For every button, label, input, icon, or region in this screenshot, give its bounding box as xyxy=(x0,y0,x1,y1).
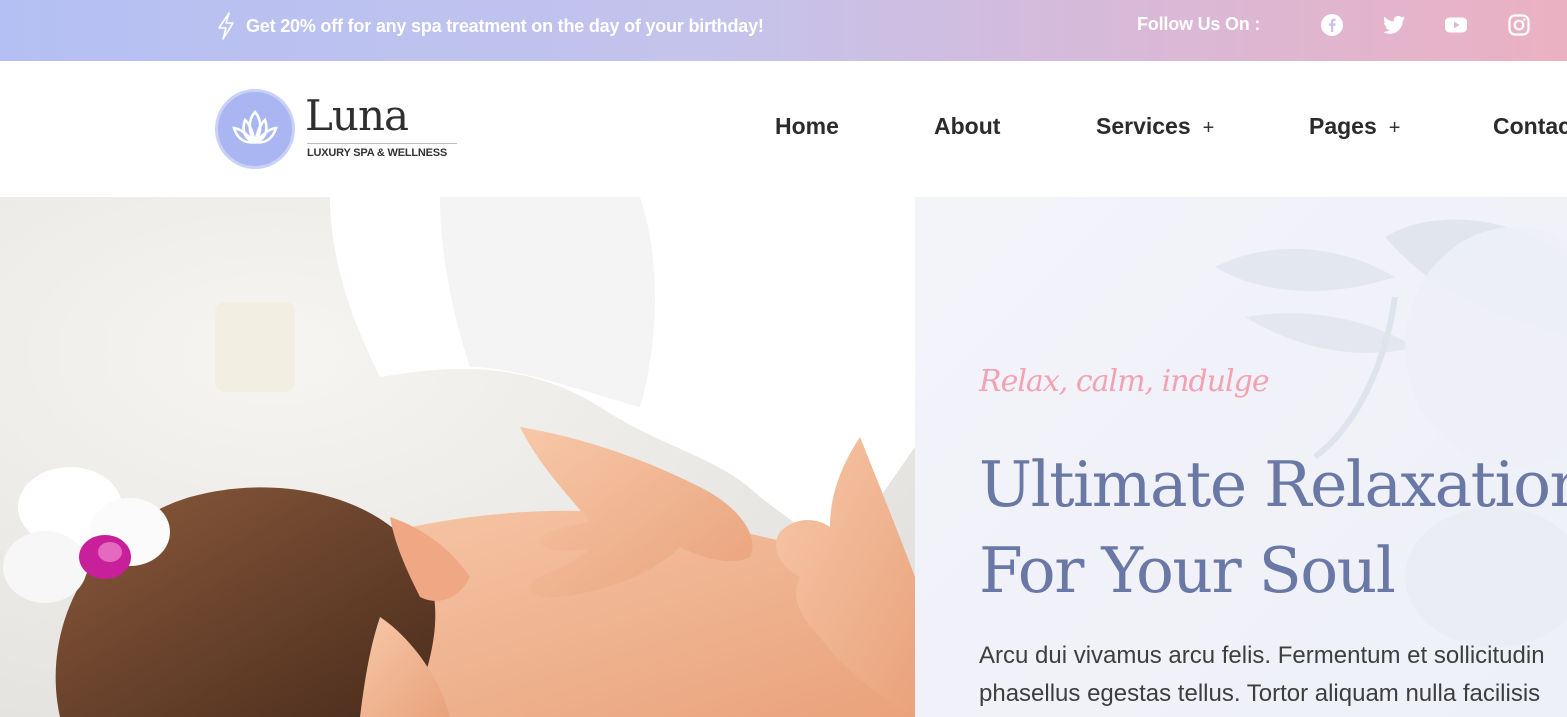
nav-about[interactable]: About xyxy=(934,113,1000,140)
nav-pages-expand-icon[interactable]: + xyxy=(1389,117,1401,139)
logo-circle xyxy=(215,89,295,169)
spa-massage-photo xyxy=(0,197,915,717)
lightning-bolt-icon xyxy=(218,12,234,40)
lotus-icon xyxy=(232,110,278,145)
logo-name: Luna xyxy=(305,91,409,140)
nav-home[interactable]: Home xyxy=(775,113,839,140)
hero-subtitle: Relax, calm, indulge xyxy=(979,364,1270,399)
massage-illustration xyxy=(0,197,915,717)
logo-tagline: LUXURY SPA & WELLNESS xyxy=(307,147,448,159)
promo-text: Get 20% off for any spa treatment on the… xyxy=(246,15,764,36)
hero-description-line-1: Arcu dui vivamus arcu felis. Fermentum e… xyxy=(979,642,1545,669)
logo[interactable]: Luna LUXURY SPA & WELLNESS xyxy=(215,89,465,171)
nav-services-label: Services xyxy=(1096,113,1191,139)
nav-pages-label: Pages xyxy=(1309,113,1377,139)
nav-pages[interactable]: Pages + xyxy=(1309,113,1400,140)
twitter-icon[interactable] xyxy=(1382,13,1406,37)
youtube-icon[interactable] xyxy=(1444,13,1468,37)
hero-title-line-2: For Your Soul xyxy=(979,534,1396,607)
site-header: Luna LUXURY SPA & WELLNESS Home About Se… xyxy=(0,61,1567,197)
instagram-icon[interactable] xyxy=(1507,13,1531,37)
hero-description: Arcu dui vivamus arcu felis. Fermentum e… xyxy=(979,637,1567,713)
logo-divider xyxy=(307,143,457,144)
hero-title-line-1: Ultimate Relaxation xyxy=(979,448,1567,521)
follow-us-label: Follow Us On : xyxy=(1137,14,1261,34)
nav-services[interactable]: Services + xyxy=(1096,113,1214,140)
nav-contact-label: Contac xyxy=(1493,113,1567,139)
promo: Get 20% off for any spa treatment on the… xyxy=(216,10,764,42)
nav-services-expand-icon[interactable]: + xyxy=(1203,117,1215,139)
nav-contact[interactable]: Contac xyxy=(1493,113,1567,140)
hero-title: Ultimate Relaxation For Your Soul xyxy=(979,442,1567,614)
promo-bar: Get 20% off for any spa treatment on the… xyxy=(0,0,1567,61)
hero-description-line-2: phasellus egestas tellus. Tortor aliquam… xyxy=(979,680,1541,707)
nav-home-label: Home xyxy=(775,113,839,139)
nav-about-label: About xyxy=(934,113,1001,139)
hero-content: Relax, calm, indulge Ultimate Relaxation… xyxy=(915,197,1567,717)
facebook-icon[interactable] xyxy=(1320,13,1344,37)
